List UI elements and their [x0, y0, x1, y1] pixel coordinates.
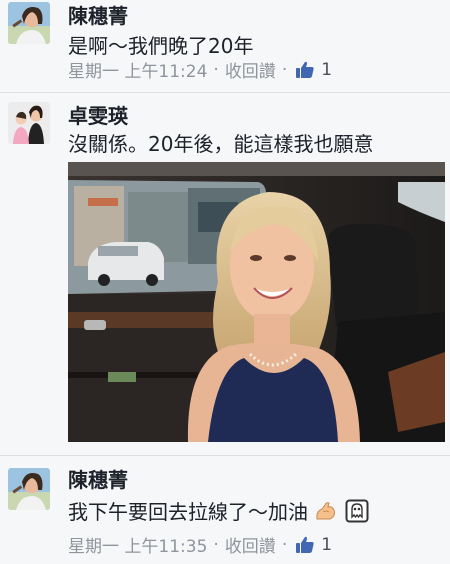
comment-meta: 星期一 上午11:24 · 收回讚 · 1: [68, 57, 332, 83]
comment-author[interactable]: 卓雯瑛: [68, 100, 128, 129]
meta-separator: ·: [213, 534, 219, 555]
comment-text: 我下午要回去拉線了～加油: [68, 496, 369, 528]
meta-separator: ·: [281, 59, 288, 80]
ghost-face-emoji: [345, 499, 369, 528]
flexed-biceps-emoji: [314, 499, 338, 528]
comment-timestamp[interactable]: 星期一 上午11:35: [68, 532, 207, 557]
meta-separator: ·: [213, 59, 219, 80]
divider: [0, 92, 450, 93]
comment-text-content: 我下午要回去拉線了～加油: [68, 500, 308, 524]
avatar[interactable]: [8, 468, 50, 510]
comment-meta: 星期一 上午11:35 · 收回讚 · 1: [68, 532, 332, 558]
avatar[interactable]: [8, 2, 50, 44]
comment-3: 陳穗菁 我下午要回去拉線了～加油 星期一 上午11:35 · 收回讚 · 1: [0, 460, 450, 564]
like-count[interactable]: 1: [321, 535, 332, 555]
comment-author[interactable]: 陳穗菁: [68, 464, 128, 493]
comment-photo[interactable]: [68, 162, 445, 442]
unlike-button[interactable]: 收回讚: [225, 57, 276, 82]
comment-feed: 陳穗菁 是啊～我們晚了20年 星期一 上午11:24 · 收回讚 · 1 卓雯瑛…: [0, 0, 450, 564]
thumbs-up-icon[interactable]: [295, 535, 315, 555]
comment-text: 沒關係。20年後，能這樣我也願意: [68, 132, 374, 156]
thumbs-up-icon[interactable]: [295, 60, 315, 80]
comment-timestamp[interactable]: 星期一 上午11:24: [68, 57, 207, 82]
unlike-button[interactable]: 收回讚: [225, 532, 276, 557]
comment-1: 陳穗菁 是啊～我們晚了20年 星期一 上午11:24 · 收回讚 · 1: [0, 0, 450, 92]
avatar[interactable]: [8, 102, 50, 144]
meta-separator: ·: [281, 534, 288, 555]
comment-text: 是啊～我們晚了20年: [68, 34, 254, 58]
comment-author[interactable]: 陳穗菁: [68, 0, 128, 29]
divider: [0, 455, 450, 456]
like-count[interactable]: 1: [321, 60, 332, 80]
